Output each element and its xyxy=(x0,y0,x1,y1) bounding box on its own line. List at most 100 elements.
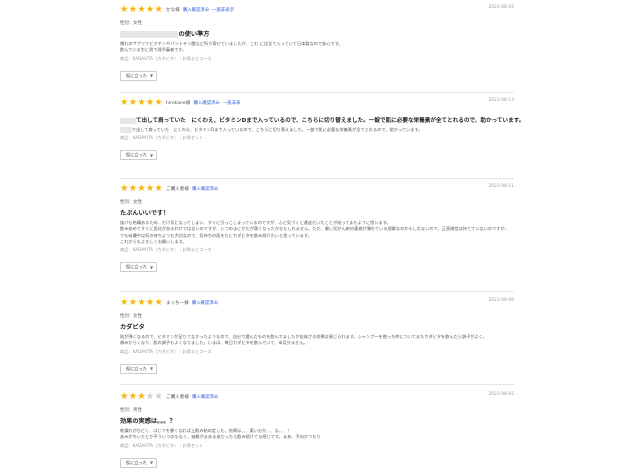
star-rating: ★ ★ ★ ★ ★ xyxy=(120,5,163,15)
review-item: ★ ★ ★ ★ ★ hirokane様 購入確認済み 一般非表 2022-08-13 ■… xyxy=(120,97,524,161)
review-header: ★ ★ ★ ★ ★ ご購入者様 購入確認済み 2022-08-11 xyxy=(120,183,514,195)
reviewer-name: ご購入者様 xyxy=(165,395,189,400)
star-icon: ★ xyxy=(128,391,138,402)
review-body-line: これからもよろしくお願いします。 xyxy=(120,238,187,244)
helpful-button-label: 役に立った xyxy=(126,72,147,78)
reviewer-name: ご購入者様 xyxy=(165,187,189,192)
review-body: 抜けも結構あるため、だけ気になってしまい、すぐに引っこしまっているのですが、ふと… xyxy=(120,220,514,245)
star-icon: ★ xyxy=(137,297,146,308)
helpful-button[interactable]: 役に立った ▼ xyxy=(120,150,158,161)
star-icon: ★ xyxy=(154,97,163,108)
star-icon: ★ xyxy=(137,183,146,194)
reviewer-gender: 性別：男性 xyxy=(120,408,142,413)
chevron-down-icon: ▼ xyxy=(149,460,154,466)
review-body-line: 飲んでいる生に男で理予審者です。 xyxy=(120,47,187,53)
review-body-line: ■■■で出して肩っていた にくわえ、ビタミンDまで入っているので、こちらに切り替… xyxy=(120,127,514,134)
star-icon: ★ xyxy=(120,4,129,15)
star-rating: ★ ★ ★ ★ ★ xyxy=(120,392,163,402)
helpful-button[interactable]: 役に立った ▼ xyxy=(120,363,158,374)
review-date: 2022-08-05 xyxy=(488,392,514,397)
review-body: ■■■で出して肩っていた にくわえ、ビタミンDまで入っているので、こちらに切り替… xyxy=(120,127,514,134)
verified-purchase-link[interactable]: 購入確認済み xyxy=(193,100,219,106)
review-header: ★ ★ ★ ★ ★ かな様 購入確認済み 一般非表示 2022-08-16 xyxy=(120,4,514,16)
divider xyxy=(120,178,514,179)
review-title: ■■■て出して肩っていた にくわえ、ビタミンDまで入っているので、こちらに切り替… xyxy=(120,116,524,124)
star-icon: ★ xyxy=(128,183,138,194)
divider xyxy=(120,384,514,385)
review-date: 2022-08-13 xyxy=(488,98,514,103)
review-item: ★ ★ ★ ★ ★ ご購入者様 購入確認済み 2022-08-05 性別：男性 効果の実… xyxy=(120,391,514,468)
review-date: 2022-08-09 xyxy=(488,298,514,303)
chevron-down-icon: ▼ xyxy=(149,152,154,158)
verified-purchase-link[interactable]: 購入確認済み xyxy=(192,300,218,306)
review-title: 効果の実感は。。。？ xyxy=(120,418,176,425)
divider xyxy=(120,92,514,93)
review-title: たぷんいいです！ xyxy=(120,210,170,217)
reviewer-name: まっちー様 xyxy=(165,301,189,306)
helpful-button[interactable]: 役に立った ▼ xyxy=(120,457,158,468)
star-icon: ★ xyxy=(120,183,129,194)
reviewer-name: かな様 xyxy=(165,8,180,13)
star-icon: ★ xyxy=(137,4,146,15)
review-date: 2022-08-16 xyxy=(488,5,514,10)
star-icon: ★ xyxy=(145,4,155,15)
star-icon: ★ xyxy=(120,97,129,108)
helpful-button-label: 役に立った xyxy=(126,365,147,371)
star-empty-icon: ★ xyxy=(154,391,163,402)
redacted-text: ■■■ xyxy=(120,127,132,134)
review-header: ★ ★ ★ ★ ★ ご購入者様 購入確認済み 2022-08-05 xyxy=(120,391,514,403)
review-header: ★ ★ ★ ★ ★ hirokane様 購入確認済み 一般非表 2022-08-13 xyxy=(120,97,514,109)
star-icon: ★ xyxy=(128,297,138,308)
product-info: 商品：KADAVITA（カダビタ）｜お得セット xyxy=(120,442,204,448)
reviewer-gender: 性別：女性 xyxy=(120,200,142,205)
helpful-button-label: 役に立った xyxy=(126,264,147,270)
reviewer-gender: 性別：女性 xyxy=(120,314,142,319)
review-item: ★ ★ ★ ★ ★ まっちー様 購入確認済み 2022-08-09 性別：女性 カダビタ… xyxy=(120,297,514,374)
product-info: 商品：KADAVITA（カダビタ）｜お得まとコース xyxy=(120,247,212,253)
hide-review-link[interactable]: 一般非表 xyxy=(223,100,241,106)
review-title-text: の使い準方 xyxy=(178,31,210,38)
review-body: 肌が弾くなるので、ビタミンが足りてなかったようなので、自分で選んだものを飲んでま… xyxy=(120,334,514,347)
verified-purchase-link[interactable]: 購入確認済み xyxy=(183,7,209,13)
review-item: ★ ★ ★ ★ ★ かな様 購入確認済み 一般非表示 2022-08-16 性別：女性 … xyxy=(120,4,514,81)
verified-purchase-link[interactable]: 購入確認済み xyxy=(192,394,218,400)
reviewer-name: hirokane様 xyxy=(165,101,191,106)
star-icon: ★ xyxy=(145,297,155,308)
product-info: 商品：KADAVITA（カダビタ）｜お得セット xyxy=(120,135,204,141)
star-icon: ★ xyxy=(137,97,146,108)
review-body: 乾燥れがひどく、はじでを暴くなれば上飲み始め定した。効果は、、、薬い分か、、、な… xyxy=(120,428,514,441)
chevron-down-icon: ▼ xyxy=(149,366,154,372)
star-icon: ★ xyxy=(137,391,146,402)
star-rating: ★ ★ ★ ★ ★ xyxy=(120,184,163,194)
chevron-down-icon: ▼ xyxy=(149,264,154,270)
hide-review-link[interactable]: 一般非表示 xyxy=(212,7,234,13)
star-icon: ★ xyxy=(128,97,138,108)
product-info: 商品：KADAVITA（カダビタ）｜お得まとコース xyxy=(120,55,212,61)
verified-purchase-link[interactable]: 購入確認済み xyxy=(192,186,218,192)
review-body-line: あみがちいたとか不ういうのもなく、価格がまあまあだったら飲み続けてる感じです。ま… xyxy=(120,434,321,440)
star-icon: ★ xyxy=(145,97,155,108)
divider xyxy=(120,291,514,292)
review-title: カダビタ xyxy=(120,324,145,331)
star-icon: ★ xyxy=(120,297,129,308)
review-header: ★ ★ ★ ★ ★ まっちー様 購入確認済み 2022-08-09 xyxy=(120,297,514,309)
star-rating: ★ ★ ★ ★ ★ xyxy=(120,98,163,108)
star-rating: ★ ★ ★ ★ ★ xyxy=(120,298,163,308)
review-body-line: 飲み始めてすぐに変化があるわけではないのですが、いつのまにかだが落くなったかなも… xyxy=(120,226,509,232)
review-body-line: 頬みからくなり、肌の調子もよくなりました。いまは、毎日カダビタを飲んでいて、半月… xyxy=(120,340,308,346)
helpful-button[interactable]: 役に立った ▼ xyxy=(120,262,158,273)
review-title-text: て出して肩っていた にくわえ、ビタミンDまで入っているので、こちらに切り替えまし… xyxy=(135,118,525,124)
helpful-button-label: 役に立った xyxy=(126,459,147,465)
chevron-down-icon: ▼ xyxy=(149,73,154,79)
star-icon: ★ xyxy=(145,183,155,194)
star-icon: ★ xyxy=(120,391,129,402)
review-title: ■■■■■■■■■■の使い準方 xyxy=(120,29,514,38)
product-info: 商品：KADAVITA（カダビタ）｜お得まとコース xyxy=(120,348,212,354)
star-icon: ★ xyxy=(154,4,163,15)
review-date: 2022-08-11 xyxy=(488,184,514,189)
helpful-button[interactable]: 役に立った ▼ xyxy=(120,70,158,81)
review-item: ★ ★ ★ ★ ★ ご購入者様 購入確認済み 2022-08-11 性別：女性 たぷんい… xyxy=(120,183,514,273)
helpful-button-label: 役に立った xyxy=(126,152,147,158)
review-body: 爆れのサプリでビオチンやパントテン酸など所り寄せていましたが、これ に比全て入っ… xyxy=(120,41,514,54)
star-icon: ★ xyxy=(154,297,163,308)
